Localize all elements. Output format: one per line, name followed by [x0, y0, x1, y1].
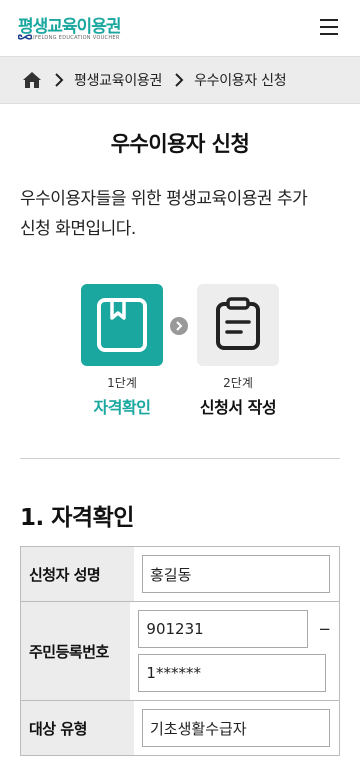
app-header: 평생교육이용권 LIFELONG EDUCATION VOUCHER [0, 0, 360, 56]
ssn-front-field[interactable]: 901231 [138, 610, 309, 648]
home-icon[interactable] [22, 71, 42, 89]
page-title: 우수이용자 신청 [110, 132, 250, 156]
logo-text: 평생교육이용권 [18, 17, 121, 37]
logo-subtitle: LIFELONG EDUCATION VOUCHER [30, 35, 120, 41]
type-field[interactable]: 기초생활수급자 [142, 709, 330, 747]
step1-name: 자격확인 [93, 398, 151, 417]
chevron-right-icon [55, 73, 64, 87]
divider [20, 458, 340, 459]
ssn-dash: − [318, 620, 331, 638]
name-label: 신청자 성명 [20, 547, 134, 601]
breadcrumb-item-voucher[interactable]: 평생교육이용권 [74, 70, 162, 90]
step-arrow-icon [170, 317, 188, 335]
form-row-name: 신청자 성명 홍길동 [20, 547, 340, 602]
step-indicator: 1단계 2단계 자격확인 신청서 작성 [0, 284, 360, 424]
section-title: 1. 자격확인 [20, 505, 134, 531]
form-row-type: 대상 유형 기초생활수급자 [20, 701, 340, 756]
clipboard-icon [216, 297, 260, 350]
form-row-ssn: 주민등록번호 901231 − 1****** [20, 602, 340, 701]
step2-name: 신청서 작성 [199, 398, 277, 417]
step2-number: 2단계 [223, 376, 253, 390]
type-label: 대상 유형 [20, 701, 134, 755]
page-description: 우수이용자들을 위한 평생교육이용권 추가 신청 화면입니다. [20, 189, 308, 239]
step1-box [81, 284, 163, 366]
bookmark-book-icon [97, 298, 147, 352]
hamburger-icon[interactable] [320, 19, 338, 35]
logo[interactable]: 평생교육이용권 LIFELONG EDUCATION VOUCHER [18, 12, 121, 46]
ssn-back-field[interactable]: 1****** [138, 654, 327, 692]
step1-number: 1단계 [107, 376, 137, 390]
name-field[interactable]: 홍길동 [142, 555, 330, 593]
breadcrumb: 평생교육이용권 우수이용자 신청 [0, 56, 360, 104]
qualification-form: 신청자 성명 홍길동 주민등록번호 901231 − 1****** 대상 유형… [20, 546, 340, 756]
ssn-label: 주민등록번호 [20, 602, 131, 700]
breadcrumb-item-current: 우수이용자 신청 [194, 73, 287, 89]
chevron-right-icon [175, 73, 184, 87]
step2-box [197, 284, 279, 366]
